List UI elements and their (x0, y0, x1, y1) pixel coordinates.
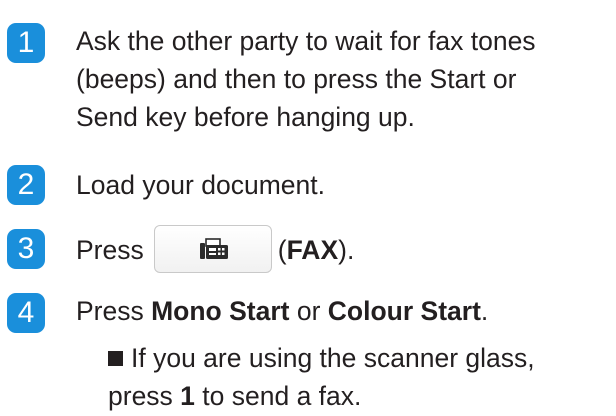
sub-item: If you are using the scanner glass, pres… (108, 339, 535, 415)
sub-item-line-1-text: If you are using the scanner glass, (131, 343, 535, 373)
step-2-text: Load your document. (76, 170, 325, 200)
step-1-text: Ask the other party to wait for fax tone… (76, 22, 536, 136)
step-4-period: . (480, 296, 489, 326)
step-1-line-2: (beeps) and then to press the Start or (76, 64, 517, 94)
fax-icon (199, 238, 228, 259)
step-4-badge: 4 (7, 293, 45, 333)
step-2-badge: 2 (7, 165, 45, 205)
fax-label: FAX (286, 235, 339, 265)
step-1-line-3: Send key before hanging up. (76, 102, 415, 132)
step-3-badge: 3 (7, 229, 45, 269)
step-3-paren-open: ( (277, 235, 287, 265)
sub-item-line-1: If you are using the scanner glass, (108, 339, 535, 377)
square-bullet-icon (108, 351, 123, 366)
step-3-text: Press (FAX). (76, 225, 355, 276)
step-4-or: or (289, 296, 328, 326)
step-1-badge: 1 (7, 23, 45, 63)
fax-button[interactable] (153, 225, 272, 273)
step-3-press: Press (76, 235, 144, 265)
sub-item-line-2: press 1 to send a fax. (108, 381, 362, 411)
mono-start-label: Mono Start (151, 296, 290, 326)
step-4-text: Press Mono Start or Colour Start. (76, 292, 488, 330)
step-3-paren-close: ). (338, 235, 355, 265)
step-1-line-1: Ask the other party to wait for fax tone… (76, 26, 536, 56)
colour-start-label: Colour Start (327, 296, 481, 326)
key-1-label: 1 (180, 381, 195, 411)
step-4-press: Press (76, 296, 152, 326)
